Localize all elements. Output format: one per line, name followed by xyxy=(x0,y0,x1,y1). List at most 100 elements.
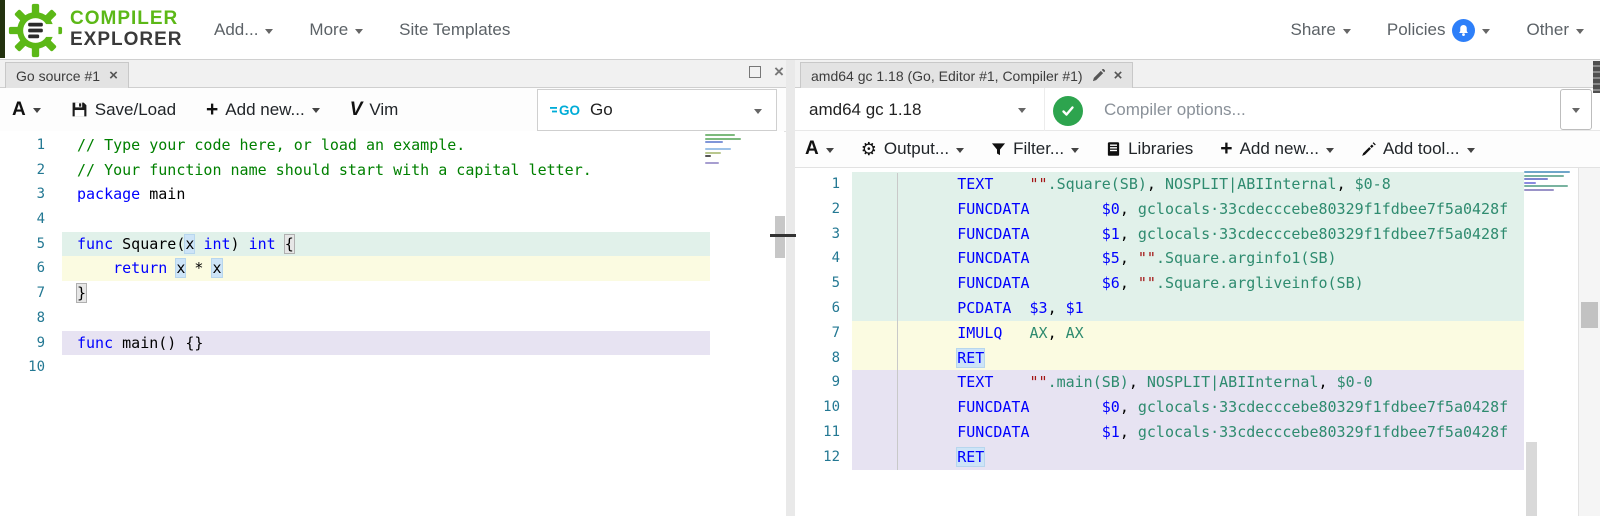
options-dropdown-button[interactable] xyxy=(1560,89,1592,130)
output-label: Output... xyxy=(884,139,949,159)
code-text: TEXT "".main(SB), NOSPLIT|ABIInternal, $… xyxy=(885,370,1373,395)
code-text: RET xyxy=(885,346,984,371)
code-text: func Square(x int) int { xyxy=(77,232,294,257)
code-text: FUNCDATA $0, gclocals·33cdecccebe80329f1… xyxy=(885,197,1508,222)
compiler-explorer-app: COMPILER EXPLORER Add... More Site Templ… xyxy=(0,0,1600,516)
code-line[interactable]: 5 func Square(x int) int { xyxy=(0,232,784,257)
code-line[interactable]: 1 TEXT "".Square(SB), NOSPLIT|ABIInterna… xyxy=(795,172,1578,197)
code-text: return x * x xyxy=(77,256,222,281)
font-size-button[interactable]: A xyxy=(805,138,834,160)
menu-more[interactable]: More xyxy=(309,20,363,40)
add-new-button[interactable]: + Add new... xyxy=(1220,139,1334,159)
filter-label: Filter... xyxy=(1013,139,1064,159)
compiler-select-value: amd64 gc 1.18 xyxy=(809,100,921,120)
code-line[interactable]: 3 FUNCDATA $1, gclocals·33cdecccebe80329… xyxy=(795,222,1578,247)
line-number: 7 xyxy=(0,281,45,306)
vim-label: Vim xyxy=(369,100,398,120)
chevron-down-icon xyxy=(1576,29,1584,34)
chevron-down-icon xyxy=(355,29,363,34)
chevron-down-icon xyxy=(1071,148,1079,153)
minimap[interactable] xyxy=(1524,171,1574,203)
code-line[interactable]: 5 FUNCDATA $6, "".Square.argliveinfo(SB) xyxy=(795,271,1578,296)
code-line[interactable]: 4 xyxy=(0,207,784,232)
menu-add-label: Add... xyxy=(214,20,258,40)
font-size-button[interactable]: A xyxy=(12,99,41,121)
language-select[interactable]: GO Go xyxy=(537,89,777,131)
save-load-button[interactable]: Save/Load xyxy=(71,100,176,120)
code-line[interactable]: 7 IMULQ AX, AX xyxy=(795,321,1578,346)
filter-button[interactable]: Filter... xyxy=(991,139,1079,159)
code-line[interactable]: 10 xyxy=(0,355,784,380)
code-line[interactable]: 8 xyxy=(0,306,784,331)
close-icon[interactable]: × xyxy=(774,66,784,78)
brand-wordmark[interactable]: COMPILER EXPLORER xyxy=(70,8,183,50)
code-line[interactable]: 6 PCDATA $3, $1 xyxy=(795,296,1578,321)
chevron-down-icon xyxy=(312,108,320,113)
code-line[interactable]: 1// Type your code here, or load an exam… xyxy=(0,133,784,158)
compiler-output-toolbar: A ⚙ Output... Filter... Libraries + xyxy=(795,131,1600,168)
output-button[interactable]: ⚙ Output... xyxy=(861,139,964,160)
compiler-select[interactable]: amd64 gc 1.18 xyxy=(795,88,1045,131)
menu-site-templates[interactable]: Site Templates xyxy=(399,20,510,40)
menu-policies[interactable]: Policies xyxy=(1387,19,1491,42)
close-icon[interactable]: × xyxy=(1114,68,1123,83)
code-line[interactable]: 7} xyxy=(0,281,784,306)
code-text: // Your function name should start with … xyxy=(77,158,592,183)
compiler-options-input[interactable] xyxy=(1092,89,1558,130)
overview-ruler xyxy=(1526,442,1537,516)
plus-icon: + xyxy=(1220,142,1232,156)
add-tool-button[interactable]: Add tool... xyxy=(1361,139,1475,159)
tab-go-source[interactable]: Go source #1 × xyxy=(5,62,129,88)
close-icon[interactable]: × xyxy=(109,68,118,83)
code-text: IMULQ AX, AX xyxy=(885,321,1084,346)
rename-pencil-icon[interactable] xyxy=(1092,69,1105,82)
assembly-output-editor[interactable]: 1 TEXT "".Square(SB), NOSPLIT|ABIInterna… xyxy=(795,168,1578,516)
tab-compiler-label: amd64 gc 1.18 (Go, Editor #1, Compiler #… xyxy=(811,68,1083,84)
line-number: 6 xyxy=(0,256,45,281)
code-line[interactable]: 3package main xyxy=(0,182,784,207)
code-text: FUNCDATA $6, "".Square.argliveinfo(SB) xyxy=(885,271,1364,296)
source-code-editor[interactable]: 1// Type your code here, or load an exam… xyxy=(0,131,784,516)
code-line[interactable]: 9 TEXT "".main(SB), NOSPLIT|ABIInternal,… xyxy=(795,370,1578,395)
code-text: FUNCDATA $5, "".Square.arginfo1(SB) xyxy=(885,246,1337,271)
code-line[interactable]: 2 FUNCDATA $0, gclocals·33cdecccebe80329… xyxy=(795,197,1578,222)
line-number: 5 xyxy=(0,232,45,257)
chevron-down-icon xyxy=(1482,29,1490,34)
code-line[interactable]: 6 return x * x xyxy=(0,256,784,281)
code-line[interactable]: 9func main() {} xyxy=(0,331,784,356)
scrollbar-thumb[interactable] xyxy=(775,216,785,258)
compiler-explorer-gear-logo-icon[interactable] xyxy=(8,3,63,58)
menu-add[interactable]: Add... xyxy=(214,20,273,40)
libraries-button[interactable]: Libraries xyxy=(1106,139,1193,159)
scrollbar-track[interactable] xyxy=(1578,168,1600,516)
minimap[interactable] xyxy=(705,134,743,168)
pane-splitter[interactable] xyxy=(786,60,795,516)
code-line[interactable]: 2// Your function name should start with… xyxy=(0,158,784,183)
go-language-icon: GO xyxy=(550,102,582,118)
code-line[interactable]: 4 FUNCDATA $5, "".Square.arginfo1(SB) xyxy=(795,246,1578,271)
notification-bell-icon[interactable] xyxy=(1452,19,1475,42)
code-text: TEXT "".Square(SB), NOSPLIT|ABIInternal,… xyxy=(885,172,1391,197)
code-line[interactable]: 8 RET xyxy=(795,346,1578,371)
menu-share[interactable]: Share xyxy=(1291,20,1351,40)
code-line[interactable]: 11 FUNCDATA $1, gclocals·33cdecccebe8032… xyxy=(795,420,1578,445)
menu-other[interactable]: Other xyxy=(1526,20,1584,40)
code-text: FUNCDATA $1, gclocals·33cdecccebe80329f1… xyxy=(885,222,1508,247)
code-line[interactable]: 10 FUNCDATA $0, gclocals·33cdecccebe8032… xyxy=(795,395,1578,420)
code-text: FUNCDATA $1, gclocals·33cdecccebe80329f1… xyxy=(885,420,1508,445)
scrollbar-thumb[interactable] xyxy=(1581,302,1598,328)
add-new-button[interactable]: + Add new... xyxy=(206,100,320,120)
vim-logo-icon: V xyxy=(350,99,363,121)
line-number: 12 xyxy=(795,445,840,470)
maximize-icon[interactable] xyxy=(749,66,761,78)
main-menus: Add... More Site Templates xyxy=(214,0,510,60)
code-line[interactable]: 12 RET xyxy=(795,445,1578,470)
chevron-down-icon xyxy=(265,29,273,34)
line-number: 10 xyxy=(0,355,45,380)
vim-toggle-button[interactable]: V Vim xyxy=(350,99,399,121)
chevron-down-icon xyxy=(1326,148,1334,153)
pane-splitter-handle[interactable] xyxy=(770,234,796,237)
add-tool-label: Add tool... xyxy=(1383,139,1460,159)
tab-compiler[interactable]: amd64 gc 1.18 (Go, Editor #1, Compiler #… xyxy=(800,62,1133,88)
line-number: 10 xyxy=(795,395,840,420)
